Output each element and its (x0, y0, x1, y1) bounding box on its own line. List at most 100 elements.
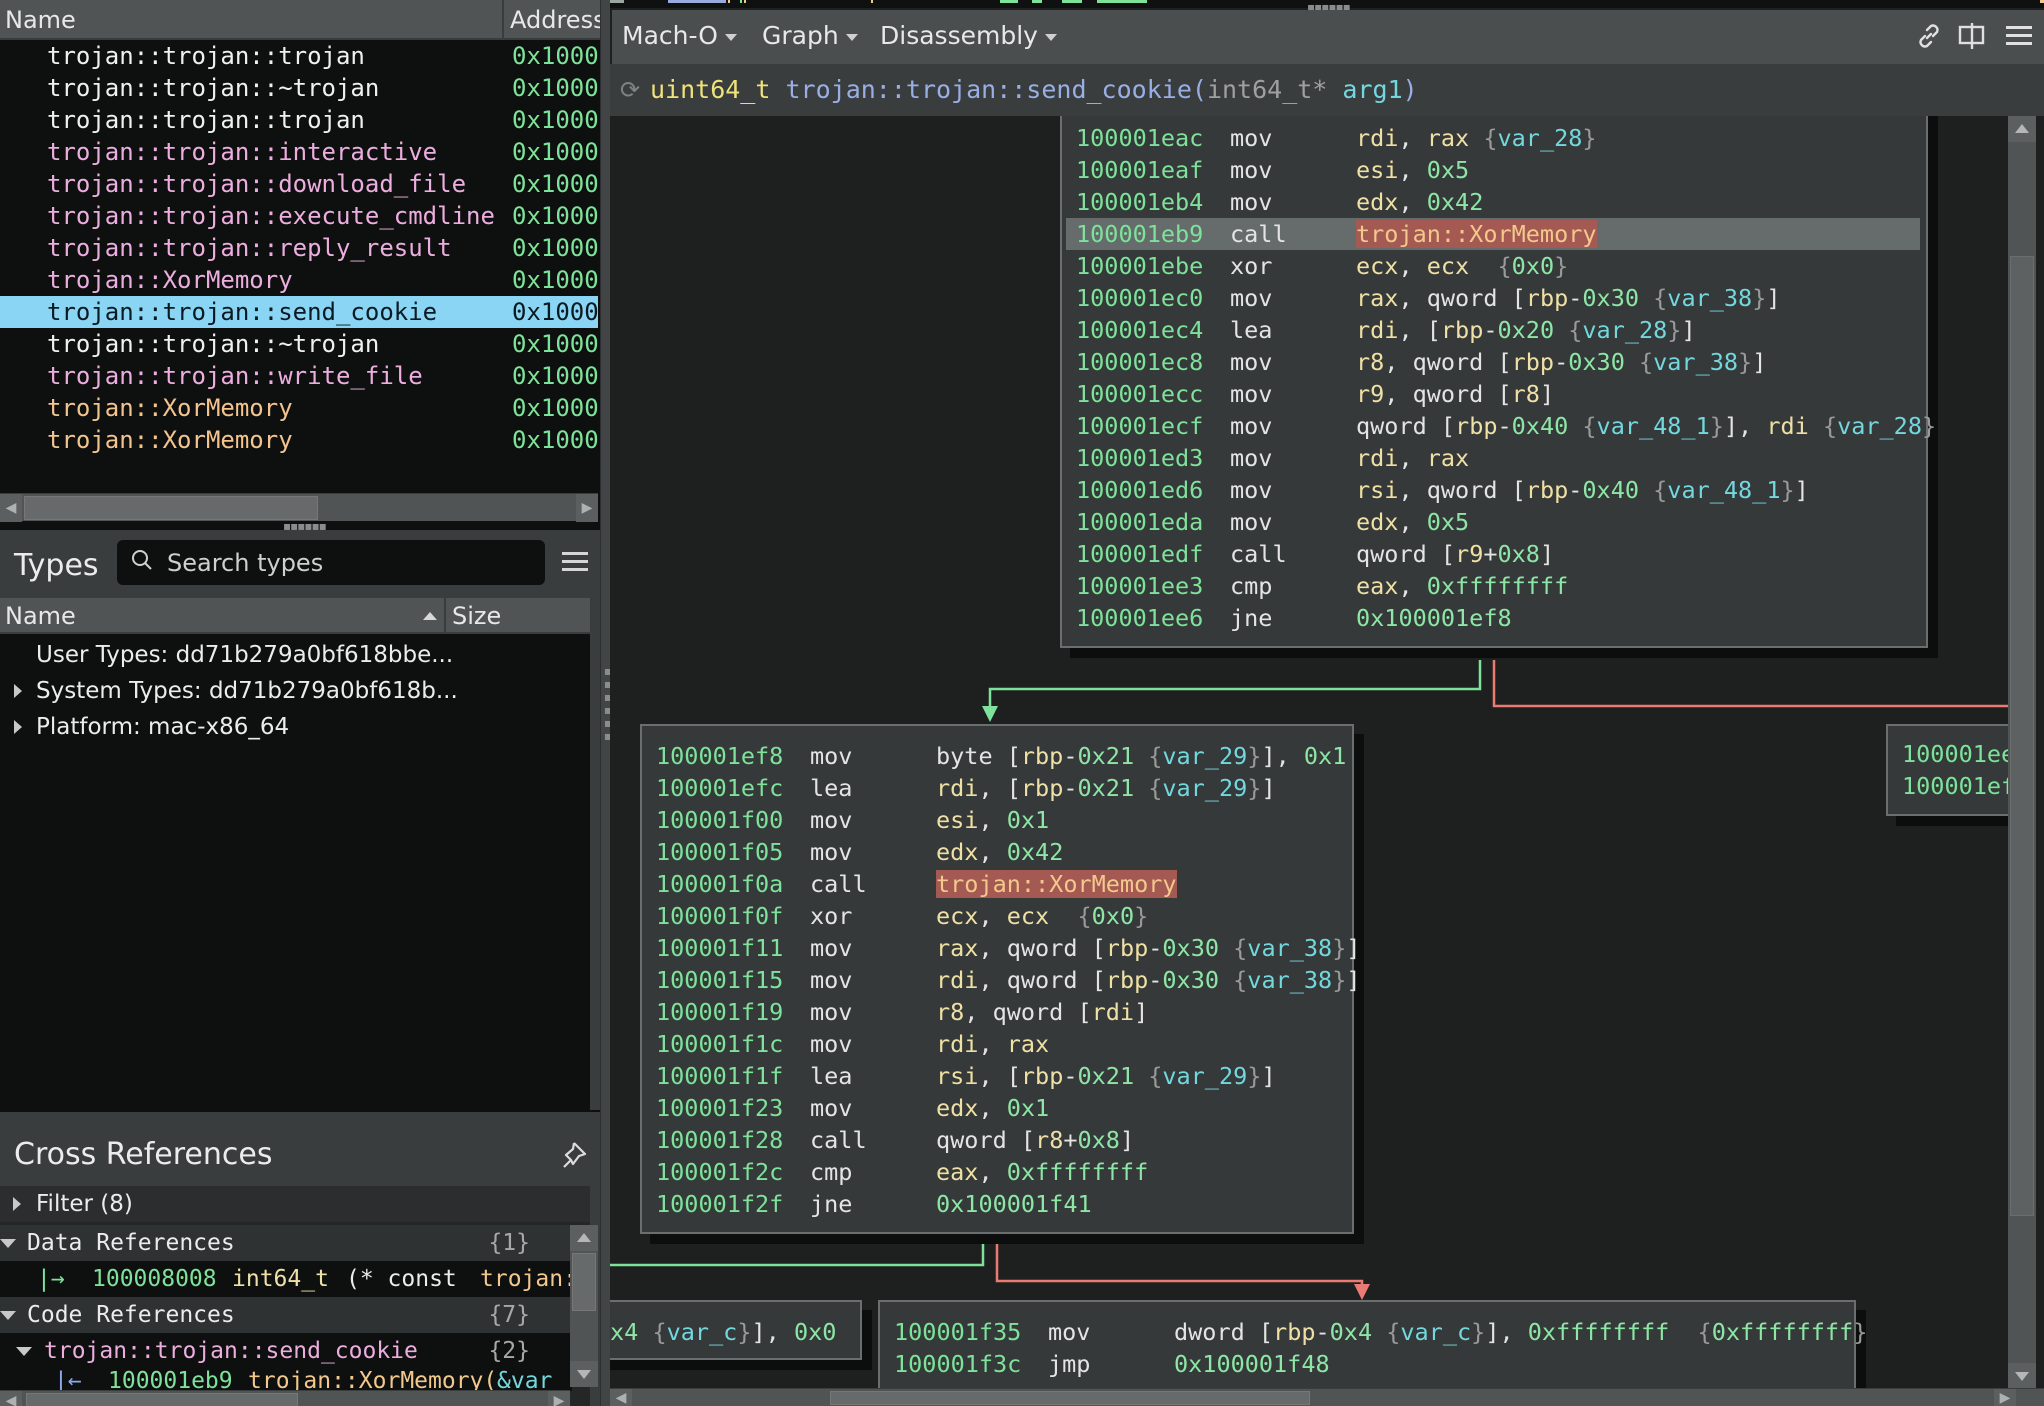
basic-block-0x100001f35[interactable]: 100001f35 mov dword [rbp-0x4 {var_c}], 0xf… (878, 1300, 1867, 1389)
scroll-up-button[interactable] (2008, 116, 2036, 142)
function-list-row[interactable]: trojan::XorMemory 0x1000 (0, 264, 598, 296)
instruction-operands[interactable]: rax, qword [rbp-0x30 {var_38}] (1356, 282, 1781, 314)
instruction-operands[interactable]: eax, 0xffffffff (1356, 570, 1568, 602)
xref-filter-row[interactable]: Filter (8) (0, 1186, 590, 1222)
instruction-operands[interactable]: trojan::XorMemory (1356, 218, 1597, 250)
instruction-address[interactable]: 100001f0a (656, 870, 783, 898)
instruction-line[interactable]: 100001efc lea rdi, [rbp-0x21 {var_29}] (656, 772, 1276, 804)
instruction-operands[interactable]: rdi, [rbp-0x21 {var_29}] (936, 772, 1276, 804)
function-list-row[interactable]: trojan::trojan::send_cookie 0x1000 (0, 296, 598, 328)
instruction-operands[interactable]: qword [r9+0x8] (1356, 538, 1554, 570)
instruction-line[interactable]: 100001eb4 mov edx, 0x42 (1076, 186, 1483, 218)
type-tree-row[interactable]: User Types: dd71b279a0bf618bbe... (0, 638, 590, 672)
instruction-operands[interactable]: 0x100001f48 (1174, 1348, 1330, 1380)
scroll-thumb[interactable] (830, 1391, 1310, 1405)
instruction-address[interactable]: 100001f11 (656, 934, 783, 962)
instruction-operands[interactable]: rdi, rax {var_28} (1356, 122, 1597, 154)
scroll-left-button[interactable]: ◀ (610, 1389, 632, 1406)
instruction-operands[interactable]: 0x100001ef8 (1356, 602, 1512, 634)
instruction-address[interactable]: 100001ec8 (1076, 348, 1203, 376)
instruction-address[interactable]: 100001f2c (656, 1158, 783, 1186)
instruction-line[interactable]: 100001ee (1902, 738, 2008, 770)
instruction-address[interactable]: 100001ee (1902, 740, 2008, 768)
instruction-address[interactable]: 100001f05 (656, 838, 783, 866)
disassembly-menu[interactable]: Disassembly (880, 21, 1057, 50)
graph-vscrollbar[interactable] (2008, 116, 2036, 1389)
scroll-up-button[interactable] (570, 1225, 598, 1251)
instruction-line[interactable]: 100001f0a call trojan::XorMemory (656, 868, 1177, 900)
instruction-line[interactable]: 100001ecc mov r9, qword [r8] (1076, 378, 1554, 410)
function-list-row[interactable]: trojan::trojan::interactive 0x1000 (0, 136, 598, 168)
instruction-operands[interactable]: qword [rbp-0x40 {var_48_1}], rdi {var_28… (1356, 410, 1936, 442)
instruction-address[interactable]: 100001ec0 (1076, 284, 1203, 312)
scroll-thumb[interactable] (24, 496, 318, 520)
instruction-address[interactable]: 100001f1f (656, 1062, 783, 1090)
expand-arrow-icon[interactable] (14, 720, 22, 734)
graph-hscrollbar[interactable]: ◀ ▶ (610, 1388, 2044, 1406)
data-references-group[interactable]: Data References {1} (0, 1225, 572, 1261)
scroll-down-button[interactable] (2008, 1363, 2036, 1389)
types-search-input[interactable] (167, 540, 527, 585)
instruction-operands[interactable]: rsi, [rbp-0x21 {var_29}] (936, 1060, 1276, 1092)
function-list-row[interactable]: trojan::trojan::~trojan 0x1000 (0, 72, 598, 104)
scroll-thumb[interactable] (2010, 256, 2034, 1216)
types-search-box[interactable] (117, 540, 545, 585)
refresh-icon[interactable]: ⟳ (620, 64, 640, 116)
instruction-line[interactable]: 100001f1c mov rdi, rax (656, 1028, 1049, 1060)
instruction-address[interactable]: 100001f2f (656, 1190, 783, 1218)
instruction-operands[interactable]: rdi, rax (936, 1028, 1049, 1060)
function-list-hscrollbar[interactable]: ◀ ▶ (0, 493, 598, 522)
instruction-operands[interactable]: rdi, [rbp-0x20 {var_28}] (1356, 314, 1696, 346)
instruction-line[interactable]: 100001eac mov rdi, rax {var_28} (1076, 122, 1597, 154)
scroll-left-button[interactable]: ◀ (0, 1391, 22, 1406)
mach-o-menu[interactable]: Mach-O (622, 21, 737, 50)
function-list-row[interactable]: trojan::trojan::write_file 0x1000 (0, 360, 598, 392)
instruction-address[interactable]: 100001f28 (656, 1126, 783, 1154)
instruction-address[interactable]: 100001eb9 (1076, 220, 1203, 248)
menu-icon[interactable] (2006, 26, 2032, 46)
instruction-address[interactable]: 100001eda (1076, 508, 1203, 536)
instruction-operands[interactable]: edx, 0x42 (936, 836, 1063, 868)
instruction-line[interactable]: 100001ef (1902, 770, 2008, 802)
expand-arrow-icon[interactable] (14, 684, 22, 698)
instruction-line[interactable]: 100001f23 mov edx, 0x1 (656, 1092, 1049, 1124)
scroll-left-button[interactable]: ◀ (0, 494, 22, 522)
graph-canvas[interactable]: 100001ea8learax, [rbp-0x20 {var_28}]1000… (610, 116, 2008, 1389)
instruction-address[interactable]: 100001f00 (656, 806, 783, 834)
instruction-operands[interactable]: byte [rbp-0x21 {var_29}], 0x1 (936, 740, 1346, 772)
pane-divider[interactable]: ▪▪▪▪▪▪ (600, 0, 615, 1406)
instruction-line-selected[interactable]: 100001eb9 call trojan::XorMemory (1066, 218, 1920, 250)
instruction-address[interactable]: 100001ed6 (1076, 476, 1203, 504)
instruction-line[interactable]: 100001ed3 mov rdi, rax (1076, 442, 1469, 474)
instruction-operands[interactable]: esi, 0x1 (936, 804, 1049, 836)
xref-hscrollbar[interactable]: ◀ ▶ (0, 1390, 570, 1406)
instruction-address[interactable]: 100001eaf (1076, 156, 1203, 184)
code-ref-function-group[interactable]: trojan::trojan::send_cookie {2} (0, 1333, 572, 1369)
instruction-line[interactable]: 100001f11 mov rax, qword [rbp-0x30 {var_38… (656, 932, 1361, 964)
scroll-right-button[interactable]: ▶ (548, 1391, 570, 1406)
instruction-line[interactable]: 100001ee6 jne 0x100001ef8 (1076, 602, 1512, 634)
scroll-down-button[interactable] (570, 1361, 598, 1387)
instruction-address[interactable]: 100001ecc (1076, 380, 1203, 408)
function-list-row[interactable]: trojan::trojan::execute_cmdline 0x1000 (0, 200, 598, 232)
basic-block-0x100001ef8[interactable]: 100001ef8 mov byte [rbp-0x21 {var_29}], 0x… (640, 724, 1361, 1234)
basic-block-partial[interactable]: x4 {var_c}], 0x0 (610, 1300, 862, 1360)
type-tree-row[interactable]: System Types: dd71b279a0bf618b... (0, 674, 590, 708)
function-list-row[interactable]: trojan::trojan::trojan 0x1000 (0, 104, 598, 136)
instruction-address[interactable]: 100001f1c (656, 1030, 783, 1058)
instruction-operands[interactable]: rdi, rax (1356, 442, 1469, 474)
instruction-line[interactable]: 100001f00 mov esi, 0x1 (656, 804, 1049, 836)
instruction-line[interactable]: 100001f0f xor ecx, ecx {0x0} (656, 900, 1148, 932)
instruction-operands[interactable]: edx, 0x42 (1356, 186, 1483, 218)
column-divider[interactable] (444, 598, 446, 634)
code-references-group[interactable]: Code References {7} (0, 1297, 572, 1333)
instruction-line[interactable]: 100001f2f jne 0x100001f41 (656, 1188, 1092, 1220)
instruction-line[interactable]: 100001f28 call qword [r8+0x8] (656, 1124, 1134, 1156)
instruction-operands[interactable]: edx, 0x1 (936, 1092, 1049, 1124)
instruction-line[interactable]: 100001edf call qword [r9+0x8] (1076, 538, 1554, 570)
instruction-line[interactable]: 100001f05 mov edx, 0x42 (656, 836, 1063, 868)
instruction-address[interactable]: 100001eb4 (1076, 188, 1203, 216)
instruction-operands[interactable]: edx, 0x5 (1356, 506, 1469, 538)
instruction-address[interactable]: 100001ef (1902, 772, 2008, 800)
instruction-operands[interactable]: x4 {var_c}], 0x0 (610, 1316, 836, 1348)
